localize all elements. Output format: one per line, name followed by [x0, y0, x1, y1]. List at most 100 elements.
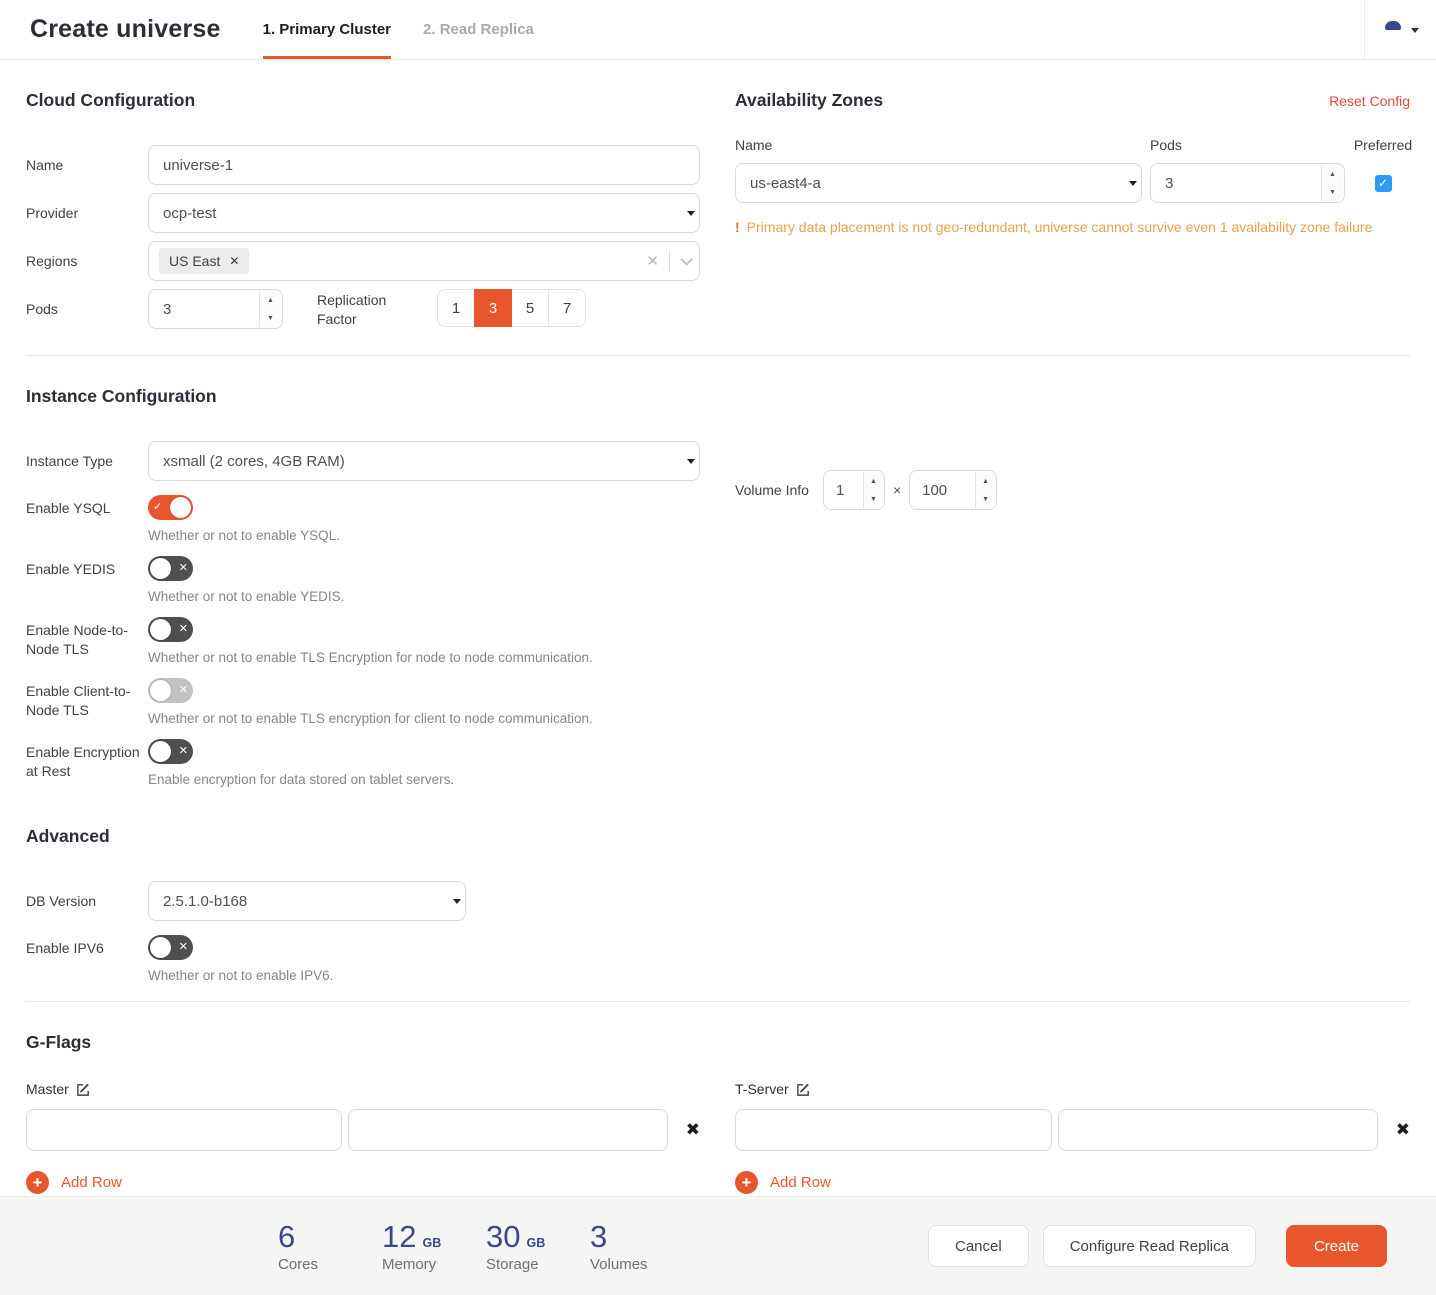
edit-icon	[796, 1082, 811, 1097]
toggle-knob	[170, 497, 191, 518]
rf-option-5[interactable]: 5	[511, 289, 549, 327]
configure-read-replica-button[interactable]: Configure Read Replica	[1043, 1225, 1256, 1267]
tserver-add-row-button[interactable]: + Add Row	[735, 1171, 1410, 1194]
stat-cores: 6 Cores	[278, 1219, 340, 1273]
tserver-add-row-label: Add Row	[770, 1174, 831, 1191]
footer-bar: 6 Cores 12 GB Memory 30 GB Storage 3 Vo	[0, 1196, 1436, 1295]
user-menu[interactable]	[1364, 0, 1436, 60]
storage-label: Storage	[486, 1256, 548, 1273]
x-icon: ✕	[179, 685, 188, 696]
az-name-select[interactable]: us-east4-a	[735, 163, 1142, 203]
cloud-configuration-section: Cloud Configuration Name Provider ocp-te…	[26, 90, 700, 337]
advanced-heading: Advanced	[26, 826, 1410, 847]
volume-times-symbol: ×	[893, 482, 901, 498]
gflags-heading: G-Flags	[26, 1032, 1410, 1053]
replication-factor-label: Replication Factor	[317, 289, 401, 329]
az-preferred-checkbox[interactable]: ✓	[1375, 175, 1392, 192]
wizard-tabs: 1. Primary Cluster 2. Read Replica	[247, 0, 550, 59]
master-row-remove-icon[interactable]: ✖	[686, 1120, 700, 1140]
warning-exclamation-icon: !	[735, 219, 740, 235]
plus-icon: +	[26, 1171, 49, 1194]
resource-stats: 6 Cores 12 GB Memory 30 GB Storage 3 Vo	[278, 1219, 652, 1273]
az-pods-spinner[interactable]: ▲ ▼	[1150, 163, 1345, 203]
memory-value: 12	[382, 1219, 416, 1255]
tserver-flag-value-input[interactable]	[1058, 1109, 1378, 1151]
tserver-flag-name-input[interactable]	[735, 1109, 1052, 1151]
enable-yedis-toggle[interactable]: ✕	[148, 556, 193, 581]
db-version-label: DB Version	[26, 892, 148, 911]
az-pods-spin-up-icon[interactable]: ▲	[1322, 165, 1343, 183]
az-pods-spin-down-icon[interactable]: ▼	[1322, 183, 1343, 201]
volume-count-spin-up-icon[interactable]: ▲	[864, 472, 883, 490]
x-icon: ✕	[179, 746, 188, 757]
master-label: Master	[26, 1081, 69, 1097]
instance-type-label: Instance Type	[26, 452, 148, 471]
toggle-knob	[150, 680, 171, 701]
volume-count-spinner[interactable]: ▲ ▼	[823, 470, 885, 510]
x-icon: ✕	[179, 563, 188, 574]
toggle-knob	[150, 619, 171, 640]
enable-ysql-helper: Whether or not to enable YSQL.	[148, 528, 340, 543]
volume-size-spin-down-icon[interactable]: ▼	[976, 490, 995, 508]
check-icon: ✓	[153, 502, 162, 513]
x-icon: ✕	[179, 942, 188, 953]
enable-ipv6-toggle[interactable]: ✕	[148, 935, 193, 960]
region-chip: US East ✕	[159, 248, 249, 274]
rf-option-3[interactable]: 3	[474, 289, 512, 327]
regions-chevron-down-icon[interactable]	[680, 253, 693, 266]
az-pods-input[interactable]	[1151, 164, 1344, 202]
x-icon: ✕	[179, 624, 188, 635]
instance-config-heading: Instance Configuration	[26, 386, 700, 407]
region-chip-remove-icon[interactable]: ✕	[229, 254, 239, 268]
az-row: us-east4-a ▲ ▼ ✓	[735, 163, 1410, 203]
tserver-label: T-Server	[735, 1081, 789, 1097]
pods-spin-down-icon[interactable]: ▼	[260, 309, 281, 327]
volume-size-spinner[interactable]: ▲ ▼	[909, 470, 997, 510]
pods-spinner[interactable]: ▲ ▼	[148, 289, 283, 329]
gflags-tserver-group: T-Server ✖ + Add Row	[735, 1081, 1410, 1194]
db-version-select[interactable]: 2.5.1.0-b168	[148, 881, 466, 921]
enable-ipv6-helper: Whether or not to enable IPV6.	[148, 968, 333, 983]
pods-label: Pods	[26, 289, 148, 319]
pods-spin-up-icon[interactable]: ▲	[260, 291, 281, 309]
tserver-row-remove-icon[interactable]: ✖	[1396, 1120, 1410, 1140]
storage-value: 30	[486, 1219, 520, 1255]
availability-zones-heading: Availability Zones	[735, 90, 883, 111]
instance-type-value: xsmall (2 cores, 4GB RAM)	[163, 453, 345, 470]
master-flag-value-input[interactable]	[348, 1109, 667, 1151]
volume-count-spin-down-icon[interactable]: ▼	[864, 490, 883, 508]
provider-select[interactable]: ocp-test	[148, 193, 700, 233]
az-name-value: us-east4-a	[750, 175, 821, 192]
cloud-config-heading: Cloud Configuration	[26, 90, 700, 111]
universe-name-input[interactable]	[148, 145, 700, 185]
create-button[interactable]: Create	[1286, 1225, 1387, 1267]
db-version-value: 2.5.1.0-b168	[163, 893, 247, 910]
gflags-master-group: Master ✖ + Add Row	[26, 1081, 700, 1194]
az-col-name: Name	[735, 137, 1142, 153]
tab-primary-cluster[interactable]: 1. Primary Cluster	[263, 0, 391, 59]
enable-yedis-label: Enable YEDIS	[26, 556, 148, 579]
cancel-button[interactable]: Cancel	[928, 1225, 1029, 1267]
master-add-row-label: Add Row	[61, 1174, 122, 1191]
volumes-label: Volumes	[590, 1256, 652, 1273]
enable-node-to-node-tls-toggle[interactable]: ✕	[148, 617, 193, 642]
master-flag-name-input[interactable]	[26, 1109, 342, 1151]
enable-client-to-node-tls-toggle[interactable]: ✕	[148, 678, 193, 703]
reset-config-link[interactable]: Reset Config	[1329, 93, 1410, 109]
enable-encryption-at-rest-toggle[interactable]: ✕	[148, 739, 193, 764]
tab-read-replica[interactable]: 2. Read Replica	[423, 0, 534, 59]
provider-value: ocp-test	[163, 205, 216, 222]
regions-clear-icon[interactable]: ✕	[646, 252, 659, 270]
rf-option-1[interactable]: 1	[437, 289, 475, 327]
toggle-knob	[150, 741, 171, 762]
enable-node-to-node-tls-helper: Whether or not to enable TLS Encryption …	[148, 650, 593, 665]
rf-option-7[interactable]: 7	[548, 289, 586, 327]
instance-type-select[interactable]: xsmall (2 cores, 4GB RAM)	[148, 441, 700, 481]
checkmark-icon: ✓	[1378, 176, 1388, 190]
enable-ysql-toggle[interactable]: ✓	[148, 495, 193, 520]
volume-size-spin-up-icon[interactable]: ▲	[976, 472, 995, 490]
master-add-row-button[interactable]: + Add Row	[26, 1171, 700, 1194]
instance-configuration-section: Instance Configuration Instance Type xsm…	[26, 386, 700, 800]
regions-multiselect[interactable]: US East ✕ ✕	[148, 241, 700, 281]
toggle-knob	[150, 937, 171, 958]
